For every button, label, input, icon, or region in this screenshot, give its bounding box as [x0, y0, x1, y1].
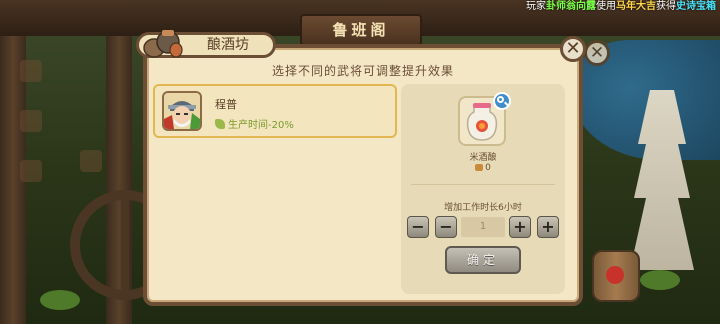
announcement-item: 马年大吉: [616, 1, 656, 12]
announcement-player: 卦师翁向露: [546, 1, 596, 12]
announcement-verb: 使用: [596, 1, 616, 12]
general-list: 程普 生产时间-20%: [153, 84, 399, 294]
general-effect-text: 生产时间-20%: [228, 120, 294, 131]
building-sign: 鲁班阁: [300, 14, 422, 46]
hours-label: 增加工作时长6小时: [444, 203, 522, 213]
announcement-result-verb: 获得: [656, 1, 676, 12]
general-avatar-icon: [164, 93, 200, 129]
production-panel: 米酒酿 0 增加工作时长6小时 − − 1 + + 确定: [401, 84, 565, 294]
system-announcement: 玩家卦师翁向露使用马年大吉获得史诗宝箱: [0, 0, 720, 14]
scene-tile: [20, 60, 42, 82]
plus-button[interactable]: +: [509, 216, 531, 238]
quantity-field[interactable]: 1: [461, 217, 505, 237]
background-close-button[interactable]: ✕: [584, 40, 610, 66]
general-portrait: [162, 91, 202, 131]
wine-barrels-icon: [143, 30, 183, 58]
min-button[interactable]: −: [407, 216, 429, 238]
scene-tile: [20, 110, 42, 132]
item-name: 米酒酿: [469, 153, 497, 163]
scene-bush: [40, 290, 80, 310]
item-count-value: 0: [485, 163, 491, 173]
material-icon: [475, 164, 484, 171]
wheat-icon: [215, 119, 225, 129]
dialog-title: 酿酒坊: [207, 37, 249, 53]
search-icon[interactable]: [493, 92, 511, 110]
close-button[interactable]: ✕: [560, 36, 586, 62]
general-card-selected[interactable]: 程普 生产时间-20%: [153, 84, 397, 138]
dialog-subtitle: 选择不同的武将可调整提升效果: [271, 64, 454, 78]
general-effect: 生产时间-20%: [215, 116, 294, 131]
confirm-button[interactable]: 确定: [445, 246, 521, 274]
minus-button[interactable]: −: [435, 216, 457, 238]
divider: [411, 184, 555, 185]
announcement-prefix: 玩家: [526, 1, 546, 12]
item-count: 0: [401, 163, 565, 173]
quantity-stepper: − − 1 + +: [407, 216, 559, 238]
announcement-reward: 史诗宝箱: [676, 1, 716, 12]
scene-tile: [80, 150, 102, 172]
general-name: 程普: [215, 98, 237, 111]
max-button[interactable]: +: [537, 216, 559, 238]
scene-bush: [640, 270, 680, 290]
scene-tile: [20, 160, 42, 182]
scene-barrel: [592, 250, 640, 302]
